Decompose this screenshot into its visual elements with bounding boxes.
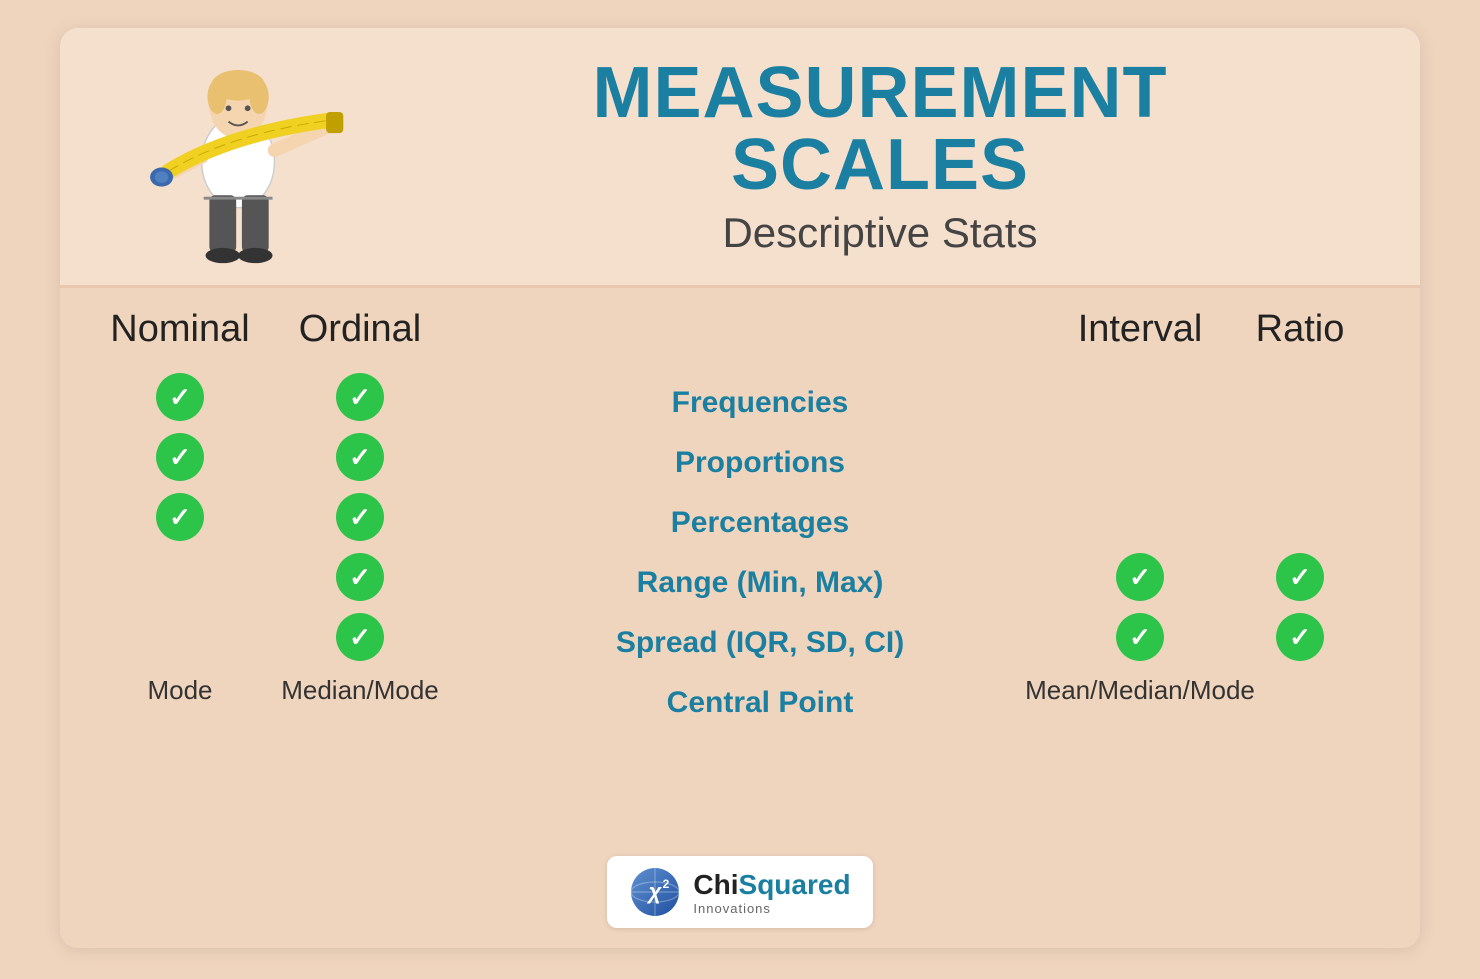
ordinal-check-1	[336, 373, 384, 421]
stat-spread: Spread (IQR, SD, CI)	[460, 613, 1060, 673]
logo-icon: χ 2	[629, 866, 681, 918]
header-section: MEASUREMENT SCALES Descriptive Stats	[60, 28, 1420, 288]
col-stats: Stats Frequencies Proportions Percentage…	[460, 308, 1060, 733]
illustration-area	[100, 47, 380, 267]
interval-check-5	[1116, 613, 1164, 661]
ordinal-check-4	[336, 553, 384, 601]
ratio-checks	[1276, 373, 1324, 661]
ratio-check-5	[1276, 613, 1324, 661]
content-section: Nominal Mode Ordinal	[60, 288, 1420, 948]
main-title: MEASUREMENT SCALES	[592, 57, 1167, 201]
header-title-area: MEASUREMENT SCALES Descriptive Stats	[380, 57, 1360, 257]
ratio-spacer-1	[1276, 373, 1324, 421]
ordinal-check-3	[336, 493, 384, 541]
interval-header: Interval	[1078, 308, 1203, 351]
nominal-spacer-5	[156, 613, 204, 661]
nominal-check-1	[156, 373, 204, 421]
figure-svg	[110, 47, 370, 267]
stats-list: Frequencies Proportions Percentages Rang…	[460, 373, 1060, 733]
col-interval: Interval Mean/Median/Mode	[1060, 308, 1220, 706]
interval-spacer-3	[1116, 493, 1164, 541]
nominal-check-2	[156, 433, 204, 481]
stat-proportions: Proportions	[460, 433, 1060, 493]
svg-text:χ: χ	[647, 879, 663, 904]
logo-main-text: ChiSquared	[693, 869, 850, 901]
logo-sub-text: Innovations	[693, 901, 771, 916]
ratio-header: Ratio	[1256, 308, 1345, 351]
logo-box: χ 2 ChiSquared Innovations	[607, 856, 872, 928]
nominal-label: Mode	[147, 675, 212, 706]
logo-text: ChiSquared Innovations	[693, 869, 850, 916]
footer: χ 2 ChiSquared Innovations	[100, 840, 1380, 938]
nominal-check-3	[156, 493, 204, 541]
main-container: MEASUREMENT SCALES Descriptive Stats Nom…	[60, 28, 1420, 948]
nominal-header: Nominal	[110, 308, 249, 351]
ratio-spacer-2	[1276, 433, 1324, 481]
nominal-spacer-4	[156, 553, 204, 601]
stat-central-point: Central Point	[460, 673, 1060, 733]
stat-range: Range (Min, Max)	[460, 553, 1060, 613]
ratio-spacer-3	[1276, 493, 1324, 541]
svg-text:2: 2	[663, 877, 670, 891]
interval-checks	[1116, 373, 1164, 661]
ordinal-check-5	[336, 613, 384, 661]
col-ratio: Ratio x	[1220, 308, 1380, 706]
ordinal-header: Ordinal	[299, 308, 422, 351]
col-nominal: Nominal Mode	[100, 308, 260, 706]
col-ordinal: Ordinal Median/Mode	[260, 308, 460, 706]
interval-spacer-1	[1116, 373, 1164, 421]
ratio-check-4	[1276, 553, 1324, 601]
ordinal-check-2	[336, 433, 384, 481]
stat-frequencies: Frequencies	[460, 373, 1060, 433]
interval-spacer-2	[1116, 433, 1164, 481]
ordinal-checks	[336, 373, 384, 661]
nominal-checks	[156, 373, 204, 661]
sub-title: Descriptive Stats	[722, 209, 1037, 257]
ordinal-label: Median/Mode	[281, 675, 439, 706]
scale-columns: Nominal Mode Ordinal	[100, 308, 1380, 840]
stat-percentages: Percentages	[460, 493, 1060, 553]
interval-check-4	[1116, 553, 1164, 601]
